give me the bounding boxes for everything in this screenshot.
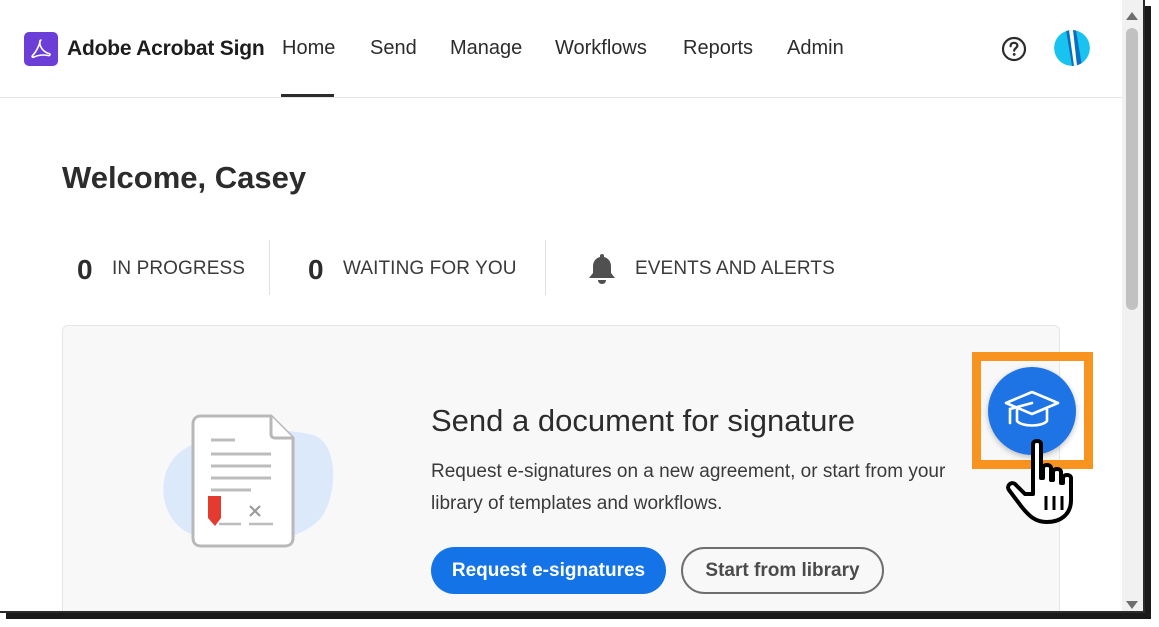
bell-icon[interactable] [587,252,617,291]
card-description-line: Request e-signatures on a new agreement,… [431,461,946,482]
graduation-cap-icon [1004,390,1060,427]
nav-reports[interactable]: Reports [683,37,753,60]
brand-name[interactable]: Adobe Acrobat Sign [67,37,265,61]
scroll-up-arrow-icon[interactable] [1126,7,1138,25]
nav-manage[interactable]: Manage [450,37,522,60]
active-tab-indicator [281,94,334,97]
acrobat-logo-icon[interactable] [24,32,58,66]
card-title: Send a document for signature [431,403,855,438]
scrollbar-thumb[interactable] [1126,28,1138,310]
nav-send[interactable]: Send [370,37,417,60]
nav-admin[interactable]: Admin [787,37,844,60]
hand-pointer-cursor-icon [1003,438,1079,531]
in-progress-label[interactable]: IN PROGRESS [112,258,245,280]
scroll-down-arrow-icon[interactable] [1126,596,1138,611]
events-alerts-label[interactable]: EVENTS AND ALERTS [635,258,835,280]
nav-home[interactable]: Home [282,37,335,60]
card-description-line: library of templates and workflows. [431,493,723,514]
waiting-label[interactable]: WAITING FOR YOU [343,258,517,280]
start-from-library-button[interactable]: Start from library [681,547,884,594]
app-window: Adobe Acrobat Sign Home Send Manage Work… [0,0,1145,613]
card-description: Request e-signatures on a new agreement,… [431,456,971,520]
request-e-signatures-button[interactable]: Request e-signatures [431,547,666,594]
document-illustration-icon [153,410,343,560]
user-avatar[interactable] [1054,30,1090,66]
waiting-count[interactable]: 0 [308,254,324,286]
top-header: Adobe Acrobat Sign Home Send Manage Work… [0,0,1122,98]
help-circle-icon[interactable] [1001,36,1027,67]
stat-divider [545,240,546,295]
welcome-heading: Welcome, Casey [62,160,307,195]
stat-divider [269,240,270,295]
in-progress-count[interactable]: 0 [77,254,93,286]
nav-workflows[interactable]: Workflows [555,37,647,60]
